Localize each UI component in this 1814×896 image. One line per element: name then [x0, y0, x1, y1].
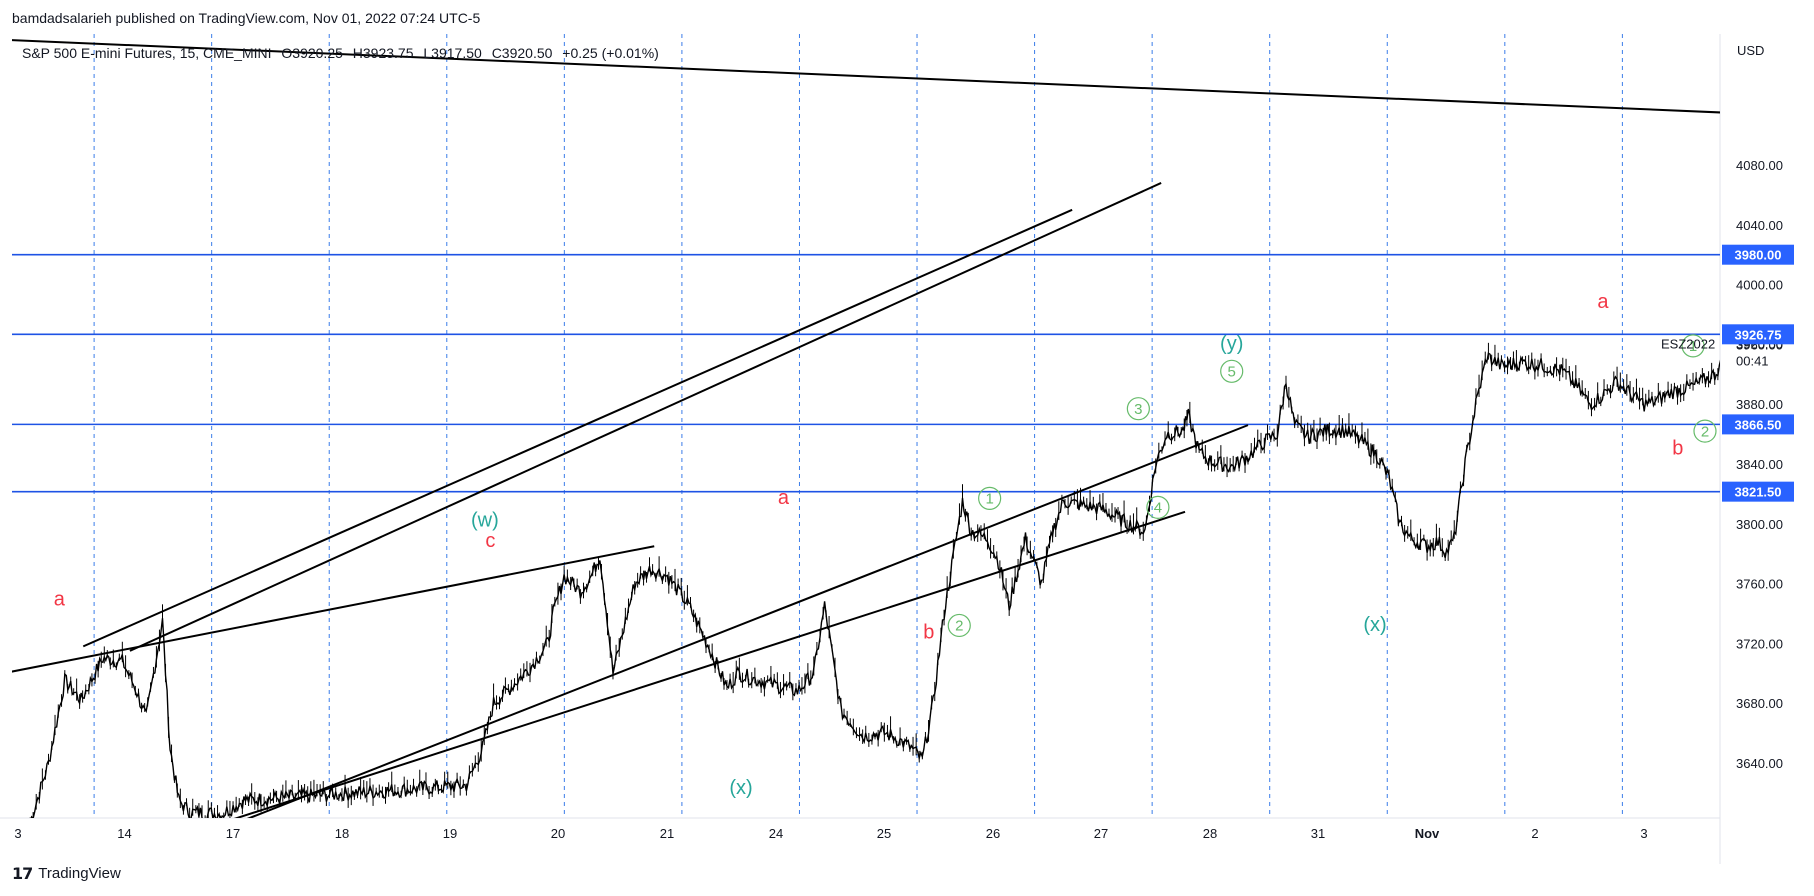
level-price-label: 3980.00	[1735, 248, 1782, 263]
wave-label: a	[1597, 291, 1609, 313]
time-tick-label: 20	[551, 826, 565, 841]
bar-countdown: 00:41	[1736, 354, 1769, 369]
trend-line	[12, 545, 655, 673]
wave-label: (y)	[1220, 333, 1243, 355]
ticker-label: ESZ2022	[1661, 337, 1715, 352]
time-tick-label: 24	[769, 826, 783, 841]
wave-label: 1	[985, 491, 993, 508]
wave-label: (x)	[1363, 614, 1386, 636]
wave-label: a	[54, 589, 66, 611]
price-tick-label: 4080.00	[1736, 158, 1783, 173]
trend-line	[82, 208, 1073, 648]
wave-label: (x)	[729, 777, 752, 799]
price-tick-label: 3880.00	[1736, 397, 1783, 412]
level-price-label: 3866.50	[1735, 417, 1782, 432]
wave-label: (B)	[1744, 372, 1771, 394]
symbol-name[interactable]: S&P 500 E-mini Futures, 15, CME_MINI	[22, 45, 272, 61]
wave-label: b	[1672, 438, 1683, 460]
price-tick-label: 3720.00	[1736, 636, 1783, 651]
price-tick-label: 3680.00	[1736, 696, 1783, 711]
time-tick-label: 3	[14, 826, 21, 841]
time-tick-label: 2	[1531, 826, 1538, 841]
ohlc-change: +0.25 (+0.01%)	[562, 45, 659, 61]
plot-area: a(w)c(x)ab1234(y)5(x)ab12(A)(B)43(C)5c(z…	[12, 34, 1801, 818]
time-tick-label: 18	[335, 826, 349, 841]
tradingview-logo-icon: 17	[12, 864, 33, 883]
symbol-legend: S&P 500 E-mini Futures, 15, CME_MINI O39…	[22, 45, 665, 61]
time-tick-label: 27	[1094, 826, 1108, 841]
wave-label: 3	[1134, 401, 1142, 418]
price-tick-label: 3840.00	[1736, 457, 1783, 472]
time-tick-label: 25	[877, 826, 891, 841]
price-tick-label: 4040.00	[1736, 218, 1783, 233]
ohlc-high: H3923.75	[352, 45, 414, 61]
ohlc-close: C3920.50	[491, 45, 553, 61]
price-chart[interactable]: a(w)c(x)ab1234(y)5(x)ab12(A)(B)43(C)5c(z…	[0, 0, 1814, 896]
time-tick-label: 19	[443, 826, 457, 841]
trend-line	[233, 510, 1186, 818]
tradingview-brand[interactable]: 17 TradingView	[12, 864, 121, 883]
price-tick-label: 3760.00	[1736, 577, 1783, 592]
wave-label: c	[485, 530, 495, 552]
time-tick-label: 17	[226, 826, 240, 841]
brand-name: TradingView	[38, 865, 121, 882]
wave-label: 5	[1228, 364, 1236, 381]
time-tick-label: 3	[1640, 826, 1647, 841]
ohlc-low: L3917.50	[423, 45, 482, 61]
price-series	[30, 352, 1720, 818]
level-price-label: 3821.50	[1735, 485, 1782, 500]
time-tick-label: 31	[1311, 826, 1325, 841]
price-tick-label: 3640.00	[1736, 756, 1783, 771]
time-tick-label: 21	[660, 826, 674, 841]
wave-label: a	[778, 487, 790, 509]
price-tick-label: 3800.00	[1736, 517, 1783, 532]
wave-label: b	[923, 621, 934, 643]
currency-label: USD	[1737, 43, 1764, 58]
wave-label: 4	[1793, 335, 1801, 352]
wave-label: (w)	[471, 509, 499, 531]
level-price-label: 3926.75	[1735, 327, 1782, 342]
time-tick-label: 28	[1203, 826, 1217, 841]
wave-label: 2	[1701, 423, 1709, 440]
wave-label: 4	[1154, 500, 1162, 517]
ohlc-open: O3920.25	[281, 45, 343, 61]
time-tick-label: 26	[986, 826, 1000, 841]
time-tick-label: 14	[117, 826, 131, 841]
wave-label: 2	[955, 618, 963, 635]
price-tick-label: 4000.00	[1736, 278, 1783, 293]
time-tick-label: Nov	[1415, 826, 1440, 841]
